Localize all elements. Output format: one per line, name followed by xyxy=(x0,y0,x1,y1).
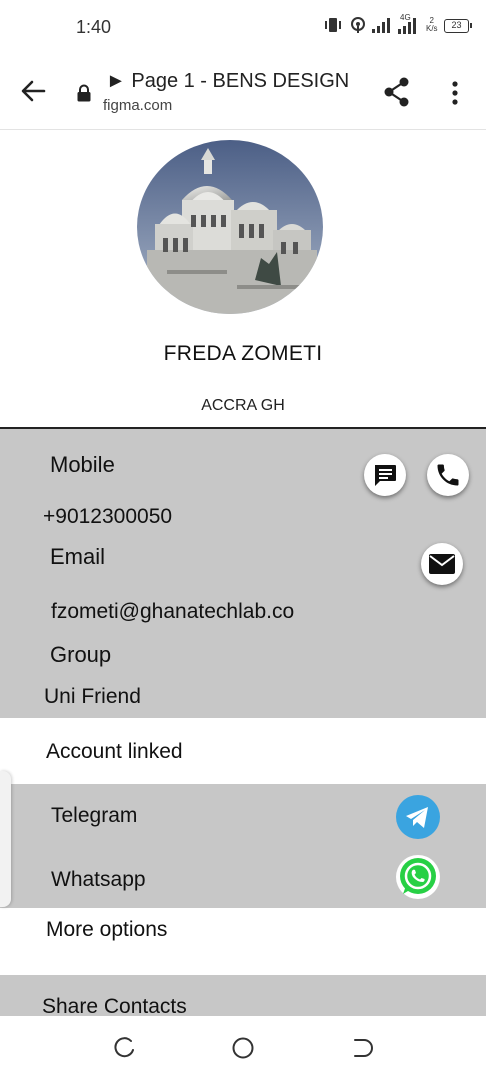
back-nav-icon[interactable] xyxy=(350,1036,374,1060)
recent-apps-icon[interactable] xyxy=(113,1036,137,1060)
signal-icon xyxy=(372,18,390,33)
mobile-value[interactable]: +9012300050 xyxy=(43,505,172,529)
signal-4g-icon: 4G xyxy=(398,13,420,35)
drawer-handle[interactable] xyxy=(0,771,11,907)
figma-prototype-frame: FREDA ZOMETI ACCRA GH Mobile +9012300050… xyxy=(0,131,486,1016)
share-contacts-label: Share Contacts xyxy=(42,995,187,1016)
contact-details-panel: Mobile +9012300050 Email fzometi@ghanate… xyxy=(0,429,486,718)
telegram-icon[interactable] xyxy=(395,794,441,840)
system-navigation-bar xyxy=(0,1016,486,1080)
mail-icon xyxy=(429,554,455,574)
status-time: 1:40 xyxy=(76,17,112,37)
speed-unit: K/s xyxy=(426,24,438,33)
email-button[interactable] xyxy=(421,543,463,585)
group-label: Group xyxy=(50,642,112,667)
contact-name: FREDA ZOMETI xyxy=(163,342,323,365)
hotspot-icon xyxy=(351,17,365,33)
message-button[interactable] xyxy=(364,454,406,496)
lock-icon xyxy=(77,84,91,102)
email-label: Email xyxy=(50,544,106,569)
telegram-label[interactable]: Telegram xyxy=(51,804,137,828)
linked-accounts-panel: Telegram Whatsapp xyxy=(0,784,486,908)
email-value[interactable]: fzometi@ghanatechlab.co xyxy=(51,600,294,624)
back-arrow-icon[interactable] xyxy=(18,76,48,106)
more-vert-icon[interactable] xyxy=(448,78,462,108)
home-icon[interactable] xyxy=(231,1036,255,1060)
whatsapp-label[interactable]: Whatsapp xyxy=(51,868,146,892)
group-value: Uni Friend xyxy=(44,685,141,708)
whatsapp-icon[interactable] xyxy=(395,854,441,900)
contact-location: ACCRA GH xyxy=(201,397,285,414)
page-title: ► Page 1 - BENS DESIGN xyxy=(106,70,350,92)
more-options[interactable]: More options xyxy=(46,918,167,942)
vibrate-icon xyxy=(325,18,341,32)
share-icon[interactable] xyxy=(382,76,412,108)
status-icons: 4G 2 K/s xyxy=(322,13,438,35)
browser-toolbar: ► Page 1 - BENS DESIGN figma.com xyxy=(0,56,486,130)
network-speed: 2 K/s xyxy=(426,17,438,33)
avatar-photo xyxy=(137,140,323,314)
mobile-label: Mobile xyxy=(50,452,115,477)
status-bar: 1:40 4G 2 K/s 23 xyxy=(0,0,486,56)
call-button[interactable] xyxy=(427,454,469,496)
phone-icon xyxy=(437,464,459,486)
avatar[interactable] xyxy=(137,140,323,314)
page-url[interactable]: figma.com xyxy=(103,97,172,114)
message-icon xyxy=(375,465,396,486)
battery-indicator: 23 xyxy=(444,19,472,33)
account-linked-heading: Account linked xyxy=(46,740,183,763)
share-contacts-button[interactable]: Share Contacts xyxy=(0,975,486,1016)
